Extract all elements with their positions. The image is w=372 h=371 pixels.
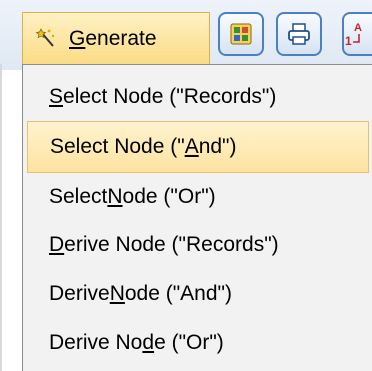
svg-text:A: A — [354, 22, 362, 34]
print-button[interactable] — [276, 12, 322, 56]
generate-menu-mnemonic: G — [69, 26, 86, 50]
menu-item-text: Select Node (" — [50, 135, 185, 158]
menu-item-text: Derive — [49, 282, 110, 305]
node-palette-icon — [230, 23, 252, 45]
window-edge — [0, 64, 2, 371]
svg-text:1: 1 — [345, 34, 352, 48]
menu-item-text: erive Node ("Records") — [64, 233, 279, 256]
menu-item-mnemonic: d — [142, 331, 155, 354]
node-palette-button[interactable] — [218, 12, 264, 56]
menu-item-mnemonic: N — [107, 185, 123, 208]
menu-item-mnemonic: N — [109, 282, 125, 305]
generate-menu-label: Generate — [69, 27, 157, 51]
menu-item-text: ode ("Or") — [122, 185, 216, 208]
screenshot-canvas: Generate A 1 Select Node ("Records") Sel… — [0, 0, 372, 371]
generate-menu[interactable]: Generate — [22, 12, 210, 64]
menu-item-derive-node-and[interactable]: Derive Node ("And") — [27, 268, 369, 320]
menu-item-text: e ("Or") — [154, 331, 224, 354]
magic-wand-icon — [35, 27, 55, 47]
menu-item-derive-node-records[interactable]: Derive Node ("Records") — [27, 219, 369, 271]
sort-button[interactable]: A 1 — [342, 12, 372, 56]
menu-item-select-node-and[interactable]: Select Node (" And") — [27, 121, 369, 173]
menu-item-text: Derive No — [49, 331, 143, 354]
menu-item-text: elect Node ("Records") — [63, 85, 277, 108]
menu-item-mnemonic: D — [49, 233, 65, 256]
menu-item-mnemonic: A — [184, 135, 199, 158]
generate-dropdown: Select Node ("Records") Select Node (" An… — [22, 64, 372, 371]
sort-icon: A 1 — [345, 22, 362, 48]
menu-item-text: Select — [49, 185, 108, 208]
printer-icon — [288, 23, 310, 45]
menu-item-text: nd") — [198, 135, 237, 158]
menu-item-select-node-records[interactable]: Select Node ("Records") — [27, 71, 369, 123]
menu-item-select-node-or[interactable]: Select Node ("Or") — [27, 171, 369, 223]
menu-item-mnemonic: S — [49, 85, 64, 108]
menu-item-derive-node-or[interactable]: Derive No d e ("Or") — [27, 317, 369, 369]
menu-item-text: ode ("And") — [124, 282, 232, 305]
generate-menu-label-rest: enerate — [85, 26, 157, 50]
